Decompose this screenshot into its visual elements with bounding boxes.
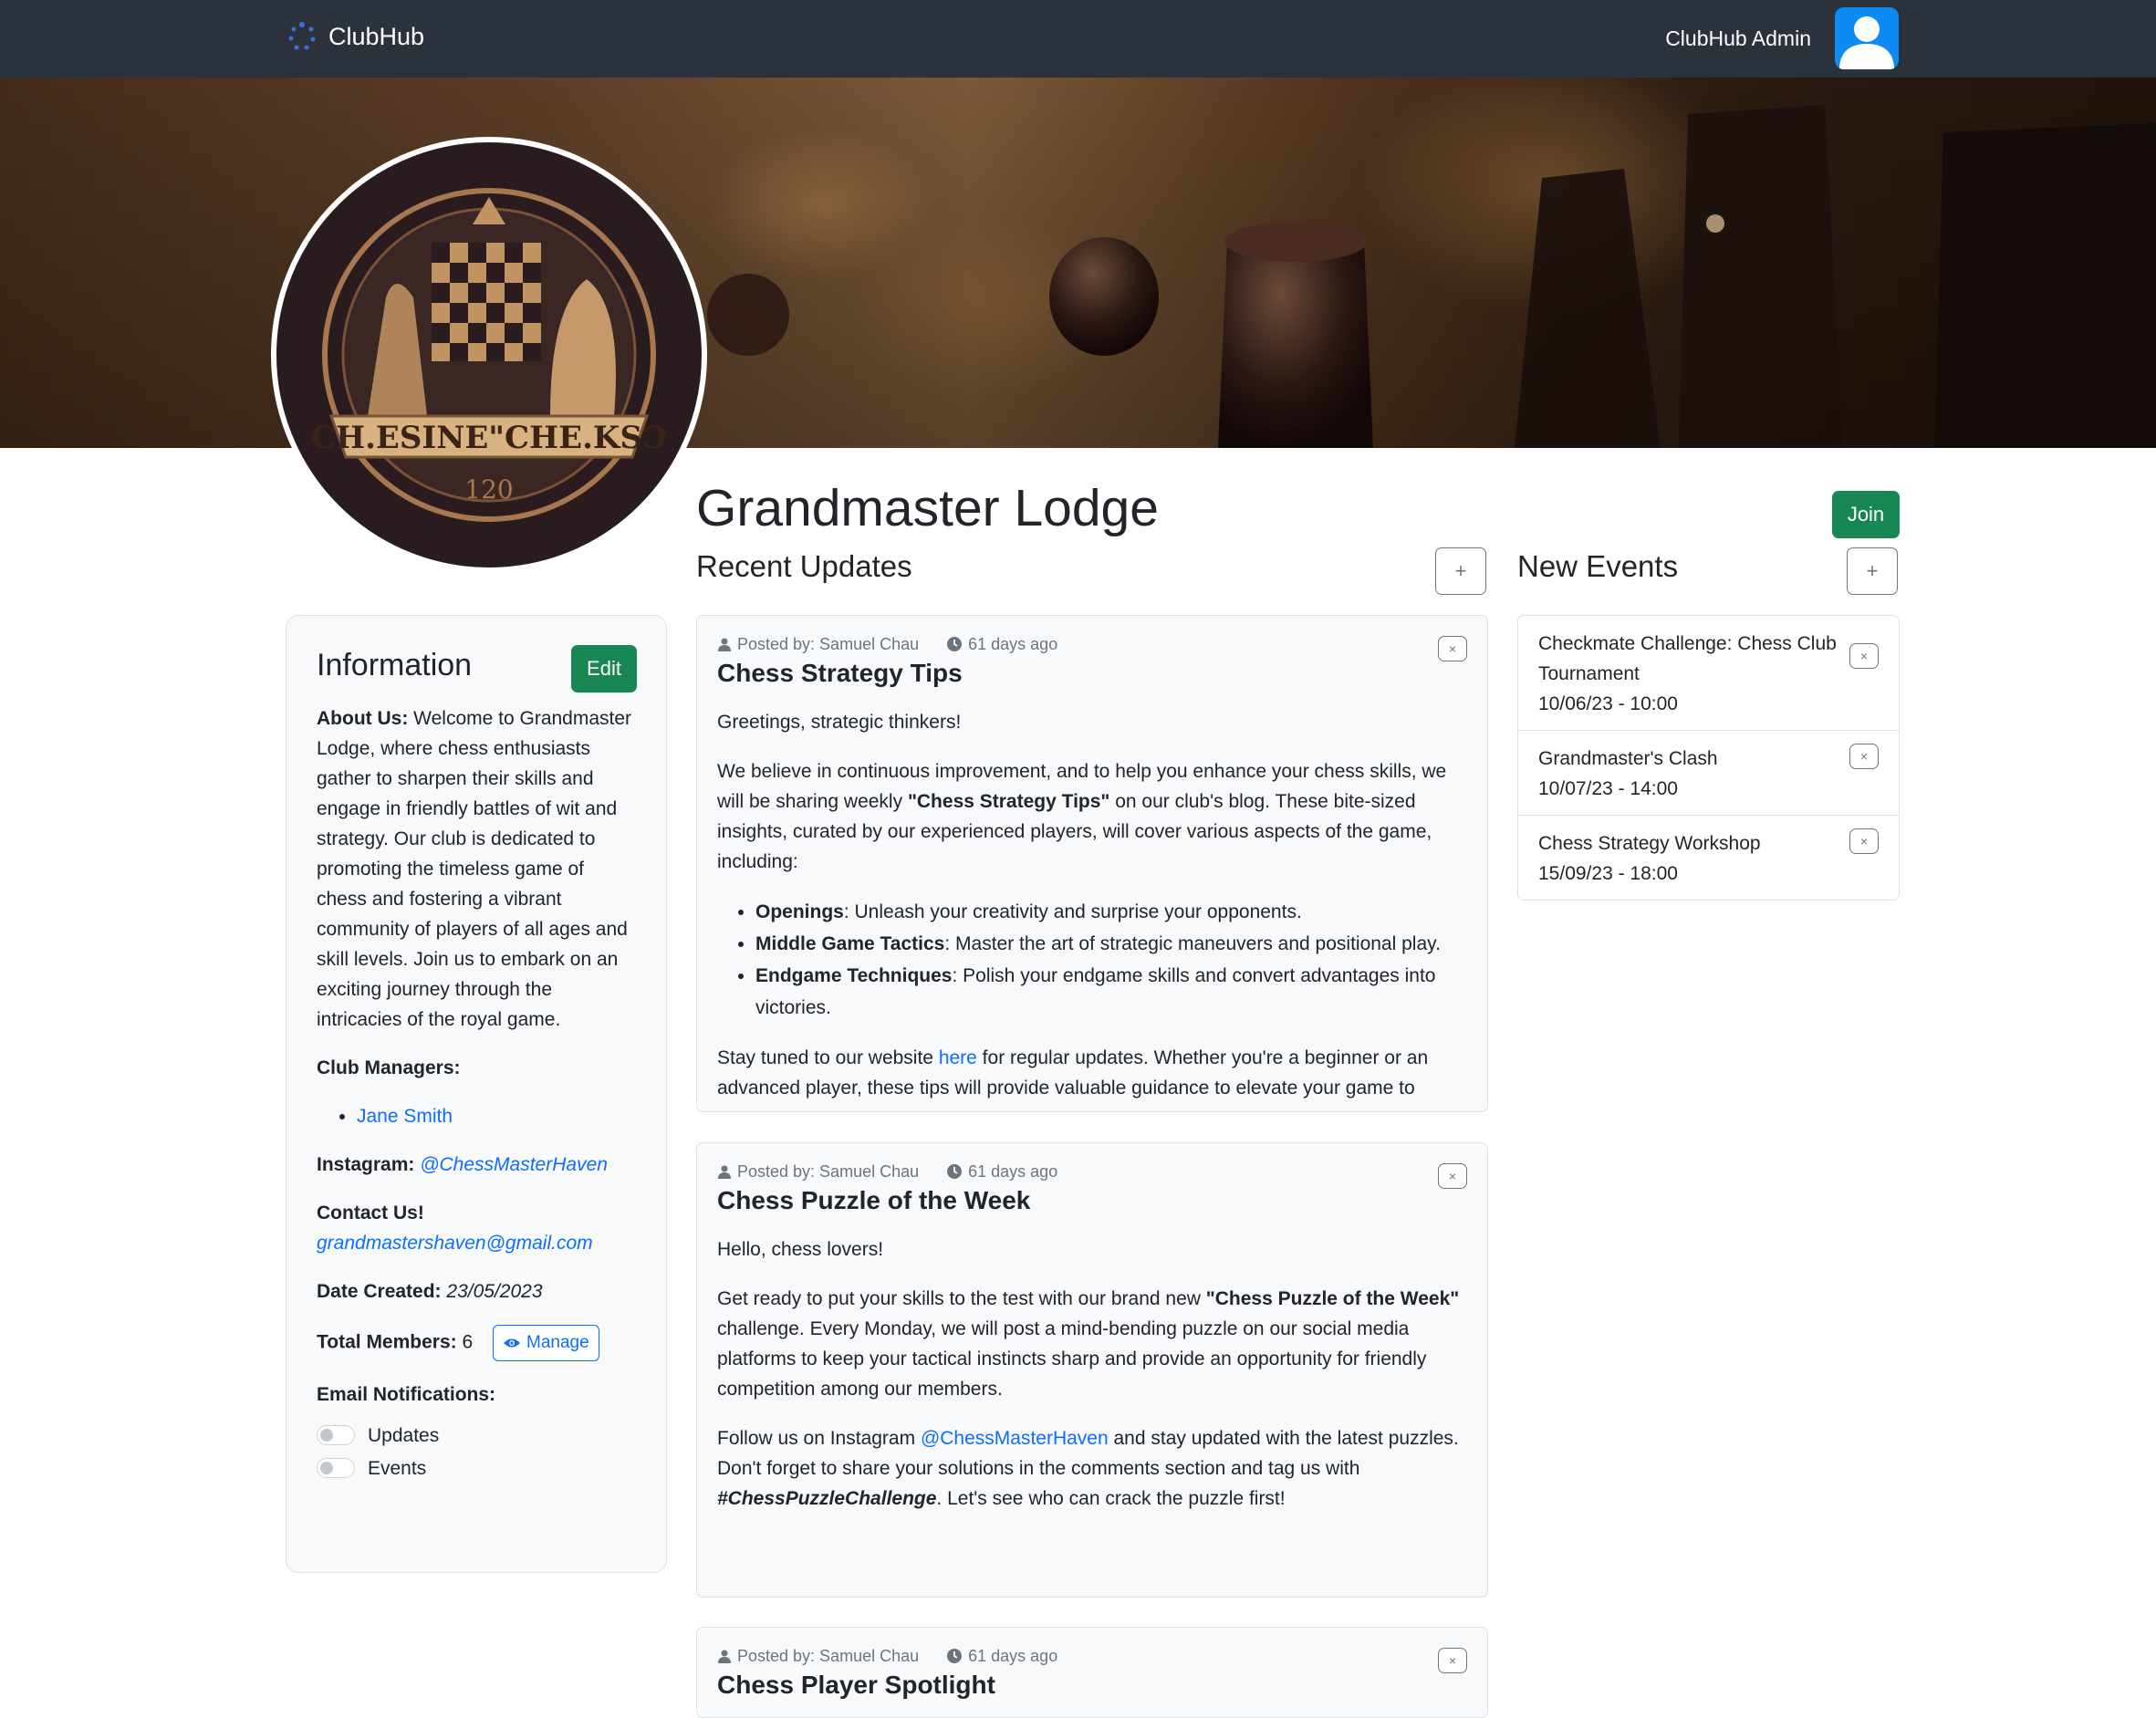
update-card: Posted by: Samuel Chau 61 days ago × Che…	[696, 1627, 1488, 1718]
manager-item: Jane Smith	[357, 1101, 636, 1131]
post-meta: Posted by: Samuel Chau 61 days ago	[717, 634, 1467, 654]
update-greeting: Greetings, strategic thinkers!	[717, 712, 962, 733]
update-title: Chess Player Spotlight	[717, 1671, 995, 1699]
brand-logo-icon	[288, 22, 316, 50]
date-created-row: Date Created: 23/05/2023	[317, 1276, 636, 1307]
svg-text:120: 120	[464, 474, 513, 505]
event-title: Checkmate Challenge: Chess Club Tourname…	[1538, 633, 1837, 684]
list-item: Middle Game Tactics: Master the art of s…	[755, 928, 1467, 960]
updates-toggle-label: Updates	[368, 1424, 440, 1446]
post-time: 61 days ago	[968, 1162, 1058, 1181]
update-title: Chess Strategy Tips	[717, 659, 963, 687]
event-title: Chess Strategy Workshop	[1538, 833, 1761, 854]
edit-button[interactable]: Edit	[571, 645, 637, 692]
email-notifications-label: Email Notifications:	[317, 1384, 496, 1405]
post-time: 61 days ago	[968, 635, 1058, 653]
person-icon	[718, 1650, 731, 1663]
manager-link[interactable]: Jane Smith	[357, 1106, 453, 1127]
total-members-label: Total Members:	[317, 1331, 457, 1353]
about-label: About Us:	[317, 708, 409, 729]
managers-list: Jane Smith	[317, 1101, 636, 1131]
manage-members-button[interactable]: Manage	[493, 1325, 599, 1361]
posted-by: Posted by: Samuel Chau	[737, 635, 920, 653]
update-list: Openings: Unleash your creativity and su…	[717, 896, 1467, 1024]
user-name: ClubHub Admin	[1665, 26, 1811, 50]
clock-icon	[947, 1649, 963, 1663]
post-meta: Posted by: Samuel Chau 61 days ago	[717, 1646, 1467, 1666]
delete-event-button[interactable]: ×	[1849, 828, 1879, 854]
chess-crest-icon: CH.ESINE"CHE.KSƆ 120	[311, 188, 667, 522]
event-item[interactable]: Chess Strategy Workshop 15/09/23 - 18:00…	[1518, 816, 1899, 900]
updates-toggle-row: Updates	[317, 1419, 636, 1452]
managers-label: Club Managers:	[317, 1057, 461, 1078]
update-greeting: Hello, chess lovers!	[717, 1239, 884, 1260]
clock-icon	[947, 1164, 963, 1179]
svg-text:CH.ESINE"CHE.KSƆ: CH.ESINE"CHE.KSƆ	[311, 420, 667, 456]
update-card: Posted by: Samuel Chau 61 days ago × Che…	[696, 1142, 1488, 1598]
navbar: ClubHub ClubHub Admin	[0, 0, 2156, 78]
here-link[interactable]: here	[939, 1047, 977, 1068]
events-list: Checkmate Challenge: Chess Club Tourname…	[1517, 615, 1900, 901]
about-us: About Us: Welcome to Grandmaster Lodge, …	[317, 703, 636, 1035]
events-toggle[interactable]	[317, 1458, 355, 1478]
date-created-value: 23/05/2023	[446, 1281, 543, 1302]
post-meta: Posted by: Samuel Chau 61 days ago	[717, 1161, 1467, 1182]
new-events-heading: New Events	[1517, 549, 1679, 583]
contact-row: Contact Us! grandmastershaven@gmail.com	[317, 1198, 636, 1258]
delete-event-button[interactable]: ×	[1849, 643, 1879, 669]
email-link[interactable]: grandmastershaven@gmail.com	[317, 1233, 593, 1254]
update-paragraph: Stay tuned to our website here for regul…	[717, 1047, 1429, 1098]
updates-toggle[interactable]	[317, 1425, 355, 1445]
join-button[interactable]: Join	[1832, 491, 1900, 538]
club-title: Grandmaster Lodge	[696, 479, 1159, 537]
event-datetime: 10/06/23 - 10:00	[1538, 693, 1678, 714]
brand-link[interactable]: ClubHub	[288, 20, 424, 53]
person-icon	[718, 1165, 731, 1179]
event-item[interactable]: Checkmate Challenge: Chess Club Tourname…	[1518, 616, 1899, 731]
instagram-label: Instagram:	[317, 1154, 415, 1175]
avatar[interactable]	[1835, 7, 1899, 69]
posted-by: Posted by: Samuel Chau	[737, 1162, 920, 1181]
event-datetime: 10/07/23 - 14:00	[1538, 778, 1678, 799]
update-paragraph: We believe in continuous improvement, an…	[717, 761, 1447, 872]
update-paragraph: Follow us on Instagram @ChessMasterHaven…	[717, 1428, 1459, 1509]
add-update-button[interactable]: +	[1435, 547, 1486, 595]
information-card: Information Edit About Us: Welcome to Gr…	[286, 615, 667, 1573]
total-members-row: Total Members: 6 Manage	[317, 1325, 636, 1361]
clock-icon	[947, 637, 963, 651]
delete-event-button[interactable]: ×	[1849, 744, 1879, 769]
manage-label: Manage	[526, 1333, 589, 1352]
eye-icon	[504, 1338, 521, 1348]
user-avatar-icon	[1839, 16, 1894, 69]
brand-name: ClubHub	[328, 22, 425, 50]
delete-update-button[interactable]: ×	[1438, 1163, 1467, 1189]
posted-by: Posted by: Samuel Chau	[737, 1647, 920, 1665]
update-title: Chess Puzzle of the Week	[717, 1186, 1031, 1214]
person-icon	[718, 638, 731, 651]
add-event-button[interactable]: +	[1847, 547, 1898, 595]
event-datetime: 15/09/23 - 18:00	[1538, 863, 1678, 884]
about-text: Welcome to Grandmaster Lodge, where ches…	[317, 708, 632, 1030]
delete-update-button[interactable]: ×	[1438, 636, 1467, 661]
events-toggle-label: Events	[368, 1457, 427, 1479]
user-menu[interactable]: ClubHub Admin	[1665, 7, 1899, 69]
total-members-value: 6	[462, 1331, 474, 1353]
update-card: Posted by: Samuel Chau 61 days ago × Che…	[696, 615, 1488, 1112]
event-item[interactable]: Grandmaster's Clash 10/07/23 - 14:00 ×	[1518, 731, 1899, 816]
contact-label: Contact Us!	[317, 1203, 424, 1223]
post-time: 61 days ago	[968, 1647, 1058, 1665]
list-item: Endgame Techniques: Polish your endgame …	[755, 960, 1467, 1024]
club-logo: CH.ESINE"CHE.KSƆ 120	[271, 137, 707, 573]
event-title: Grandmaster's Clash	[1538, 748, 1718, 769]
date-created-label: Date Created:	[317, 1281, 442, 1302]
instagram-row: Instagram: @ChessMasterHaven	[317, 1150, 636, 1180]
instagram-link[interactable]: @ChessMasterHaven	[420, 1154, 608, 1175]
recent-updates-heading: Recent Updates	[696, 549, 912, 583]
update-paragraph: Get ready to put your skills to the test…	[717, 1288, 1460, 1400]
events-toggle-row: Events	[317, 1452, 636, 1484]
list-item: Openings: Unleash your creativity and su…	[755, 896, 1467, 928]
instagram-post-link[interactable]: @ChessMasterHaven	[921, 1428, 1109, 1449]
delete-update-button[interactable]: ×	[1438, 1648, 1467, 1673]
